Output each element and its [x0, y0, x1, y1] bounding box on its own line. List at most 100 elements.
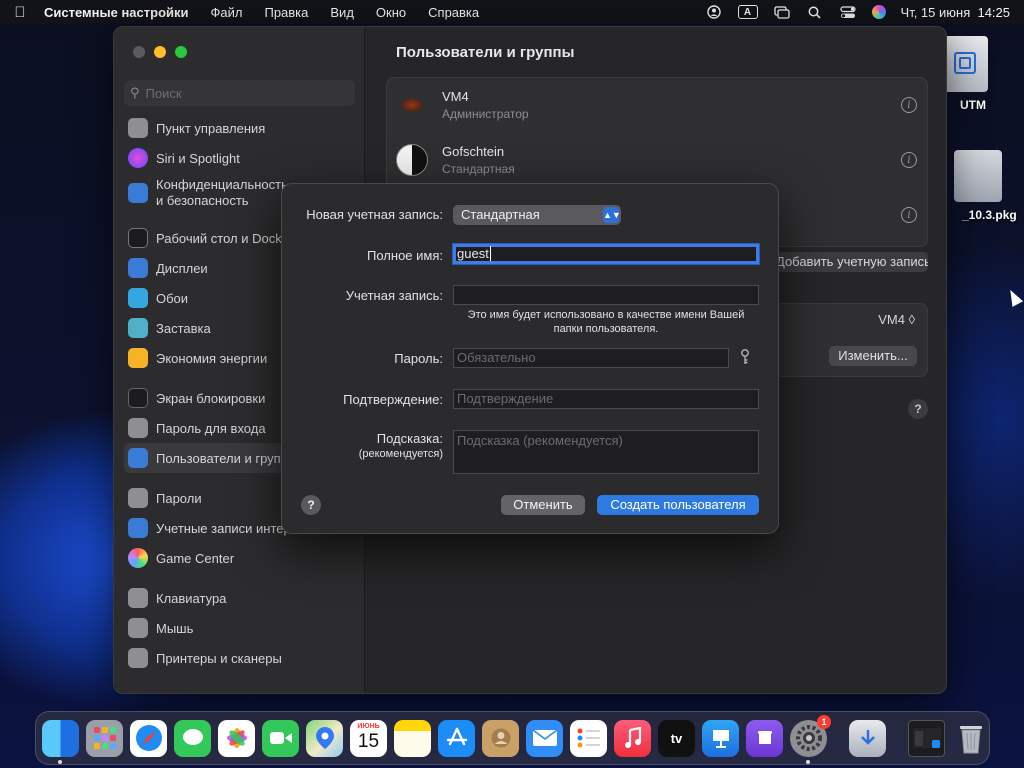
desktop-icon-label: _10.3.pkg [962, 208, 1017, 222]
sidebar-item-printers[interactable]: Принтеры и сканеры [124, 643, 355, 673]
dock: ИЮНЬ 15 tv 1 [35, 711, 990, 765]
facetime-icon[interactable] [262, 719, 299, 757]
sidebar-item-mouse[interactable]: Мышь [124, 613, 355, 643]
at-icon [128, 518, 148, 538]
info-icon[interactable]: i [901, 97, 917, 113]
cancel-button[interactable]: Отменить [501, 495, 585, 515]
dock-icon [128, 228, 148, 248]
menu-window[interactable]: Окно [365, 5, 417, 20]
calendar-month: ИЮНЬ [357, 723, 380, 730]
user-switch-icon[interactable] [705, 5, 723, 19]
search-placeholder: Поиск [145, 85, 182, 101]
app-store-icon[interactable] [438, 719, 475, 757]
full-name-field[interactable]: guest [453, 244, 759, 264]
trash-icon[interactable] [952, 720, 989, 757]
close-window-button[interactable] [133, 46, 145, 58]
verify-field[interactable]: Подтверждение [453, 389, 759, 409]
sidebar-item-keyboard[interactable]: Клавиатура [124, 583, 355, 613]
yin-yang-avatar [396, 144, 428, 176]
account-name-label: Учетная запись: [345, 288, 443, 303]
mail-icon[interactable] [526, 719, 563, 757]
desktop-icon-utm[interactable]: UTM [944, 36, 988, 112]
change-button[interactable]: Изменить... [829, 346, 917, 366]
full-name-label: Полное имя: [367, 248, 443, 263]
menu-view[interactable]: Вид [319, 5, 365, 20]
sidebar-search-input[interactable]: ⚲ Поиск [124, 80, 355, 106]
launchpad-icon[interactable] [86, 719, 123, 757]
keynote-icon[interactable] [702, 719, 739, 757]
screen-mirroring-icon[interactable] [773, 5, 791, 19]
lightbulb-icon [128, 348, 148, 368]
control-center-icon[interactable] [839, 5, 857, 19]
apple-menu-icon[interactable]:  [0, 4, 40, 21]
reminders-icon[interactable] [570, 719, 607, 757]
sidebar-item-game-center[interactable]: Game Center [124, 543, 355, 573]
sidebar-item-label: Заставка [156, 320, 211, 336]
calendar-day: 15 [357, 731, 380, 752]
menu-file[interactable]: Файл [200, 5, 254, 20]
menu-help[interactable]: Справка [417, 5, 490, 20]
full-name-value: guest [457, 246, 489, 261]
notification-badge: 1 [817, 714, 831, 729]
new-account-dialog: Новая учетная запись: Стандартная ▲▼ Пол… [281, 183, 779, 534]
user-row[interactable]: Gofschtein Стандартная i [387, 135, 927, 185]
zoom-window-button[interactable] [175, 46, 187, 58]
account-type-value: Стандартная [461, 207, 540, 222]
flower-icon [128, 288, 148, 308]
sidebar-item-control-center[interactable]: Пункт управления [124, 113, 355, 143]
siri-icon [128, 148, 148, 168]
password-icon [128, 418, 148, 438]
hint-field[interactable]: Подсказка (рекомендуется) [453, 430, 759, 474]
sidebar-item-siri[interactable]: Siri и Spotlight [124, 143, 355, 173]
user-row[interactable]: VM4 Администратор i [387, 80, 927, 130]
sun-icon [128, 258, 148, 278]
system-settings-icon[interactable]: 1 [790, 714, 831, 764]
account-name-hint: Это имя будет использовано в качестве им… [467, 309, 745, 335]
add-account-button[interactable]: Добавить учетную запись... [776, 252, 928, 272]
input-source-icon[interactable]: A [737, 5, 758, 19]
key-icon [128, 488, 148, 508]
sidebar-item-label: Экран блокировки [156, 390, 266, 406]
printer-icon [128, 648, 148, 668]
finder-icon[interactable] [42, 719, 79, 764]
menu-app-name[interactable]: Системные настройки [40, 5, 200, 20]
account-name-field[interactable] [453, 285, 759, 305]
siri-icon[interactable] [871, 5, 886, 19]
notes-icon[interactable] [394, 719, 431, 757]
music-icon[interactable] [614, 719, 651, 757]
search-icon: ⚲ [130, 85, 140, 100]
sidebar-item-label: Game Center [156, 550, 235, 566]
password-assistant-key-icon[interactable] [740, 349, 750, 368]
info-icon[interactable]: i [901, 152, 917, 168]
spotlight-search-icon[interactable] [806, 5, 824, 19]
photos-icon[interactable] [218, 719, 255, 757]
podcasts-icon[interactable] [746, 719, 783, 757]
menu-edit[interactable]: Правка [253, 5, 319, 20]
safari-icon[interactable] [130, 719, 167, 757]
help-button[interactable]: ? [908, 399, 928, 419]
desktop-icon-label: UTM [960, 98, 986, 112]
minimized-window-icon[interactable] [908, 719, 945, 757]
dialog-help-button[interactable]: ? [301, 495, 321, 515]
desktop-icon-pkg[interactable]: _10.3.pkg [940, 150, 1017, 222]
menu-clock[interactable]: Чт, 15 июня 14:25 [901, 5, 1010, 20]
maps-icon[interactable] [306, 719, 343, 757]
downloads-stack-icon[interactable] [849, 719, 886, 757]
messages-icon[interactable] [174, 719, 211, 757]
info-icon[interactable]: i [901, 207, 917, 223]
sidebar-item-label: Мышь [156, 620, 194, 636]
password-field[interactable]: Обязательно [453, 348, 729, 368]
verify-placeholder: Подтверждение [457, 391, 554, 406]
lock-icon [128, 388, 148, 408]
account-type-select[interactable]: Стандартная ▲▼ [453, 205, 621, 225]
football-avatar [396, 89, 428, 121]
disk-image-icon [944, 36, 988, 92]
contacts-icon[interactable] [482, 719, 519, 757]
apple-tv-icon[interactable]: tv [658, 719, 695, 757]
create-user-button[interactable]: Создать пользователя [597, 495, 759, 515]
minimize-window-button[interactable] [154, 46, 166, 58]
calendar-icon[interactable]: ИЮНЬ 15 [350, 719, 387, 757]
package-icon [954, 150, 1003, 202]
password-label: Пароль: [394, 351, 443, 366]
auto-login-select[interactable]: VM4 ◊ [878, 312, 915, 327]
